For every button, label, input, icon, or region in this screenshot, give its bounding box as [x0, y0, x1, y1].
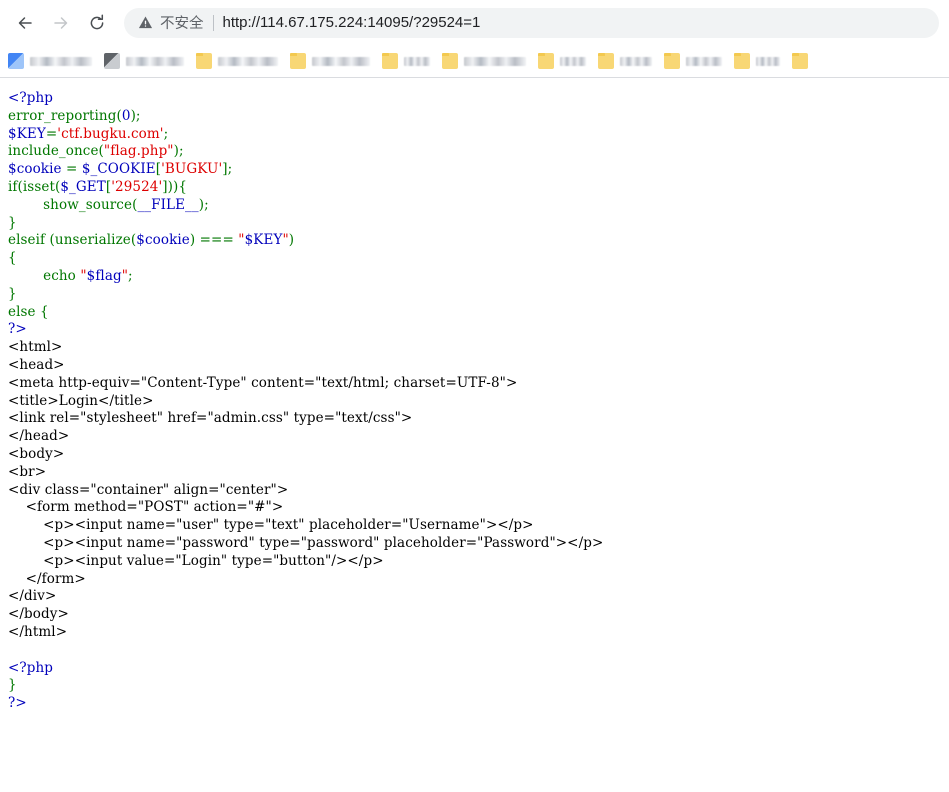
bookmark-label: [126, 56, 184, 66]
superglobal-cookie: $_COOKIE: [81, 161, 156, 178]
bookmark-item[interactable]: [538, 49, 586, 73]
bookmark-item[interactable]: [104, 49, 184, 73]
bookmark-label: [30, 56, 92, 66]
bookmark-label: [560, 56, 586, 66]
html-title-tag: <title>Login</title>: [8, 392, 154, 409]
php-open-tag-2: <?php: [8, 659, 54, 676]
bookmark-item[interactable]: [8, 49, 92, 73]
html-meta-tag: <meta http-equiv="Content-Type" content=…: [8, 374, 518, 391]
bookmark-label: [404, 56, 430, 66]
browser-toolbar: 不安全 http://114.67.175.224:14095/?29524=1: [0, 0, 949, 45]
warning-triangle-icon: [138, 15, 153, 30]
reload-button[interactable]: [82, 8, 112, 38]
str-29524: '29524': [111, 178, 163, 195]
forward-button[interactable]: [46, 8, 76, 38]
security-status-label: 不安全: [160, 16, 204, 32]
var-key: $KEY: [8, 125, 46, 142]
omnibox-divider: [212, 14, 214, 31]
html-close-html: </html>: [8, 623, 68, 640]
blue-site-icon: [8, 53, 24, 69]
bookmark-item[interactable]: [442, 49, 526, 73]
bookmark-item[interactable]: [792, 49, 814, 73]
const-file: __FILE__: [137, 196, 199, 213]
back-button[interactable]: [10, 8, 40, 38]
folder-icon: [792, 53, 808, 69]
html-open-body: <body>: [8, 445, 65, 462]
bookmark-label: [756, 56, 780, 66]
html-container-div: <div class="container" align="center">: [8, 481, 289, 498]
str-flag-interp: $flag: [86, 267, 122, 284]
str-bugku: 'BUGKU': [161, 161, 223, 178]
str-flag-php: "flag.php": [103, 143, 174, 160]
folder-icon: [664, 53, 680, 69]
address-bar[interactable]: 不安全 http://114.67.175.224:14095/?29524=1: [124, 7, 939, 38]
folder-icon: [442, 53, 458, 69]
html-br-tag: <br>: [8, 463, 47, 480]
page-content: <?php error_reporting(0); $KEY='ctf.bugk…: [0, 78, 949, 792]
kw-echo: echo: [43, 267, 76, 284]
bookmark-label: [464, 56, 526, 66]
kw-else: else: [8, 303, 36, 320]
html-close-div: </div>: [8, 588, 57, 605]
var-cookie: $cookie: [8, 161, 62, 178]
folder-icon: [734, 53, 750, 69]
bookmark-label: [218, 56, 278, 66]
fn-show-source: show_source: [43, 196, 133, 213]
bookmark-label: [312, 56, 370, 66]
bookmark-label: [620, 56, 652, 66]
bookmark-item[interactable]: [664, 49, 722, 73]
html-open-html: <html>: [8, 339, 63, 356]
html-input-user: <p><input name="user" type="text" placeh…: [8, 517, 534, 534]
folder-icon: [598, 53, 614, 69]
arrow-right-icon: [51, 13, 71, 33]
gray-site-icon: [104, 53, 120, 69]
arrow-left-icon: [15, 13, 35, 33]
kw-if: if: [8, 178, 18, 195]
folder-icon: [196, 53, 212, 69]
bookmark-label: [686, 56, 722, 66]
fn-unserialize: unserialize: [54, 232, 131, 249]
url-text: http://114.67.175.224:14095/?29524=1: [222, 14, 481, 31]
str-key-value: 'ctf.bugku.com': [57, 125, 164, 142]
fn-isset: isset: [22, 178, 55, 195]
html-link-tag: <link rel="stylesheet" href="admin.css" …: [8, 410, 413, 427]
folder-icon: [290, 53, 306, 69]
folder-icon: [382, 53, 398, 69]
bookmark-item[interactable]: [290, 49, 370, 73]
html-close-form: </form>: [8, 570, 86, 587]
html-form-tag: <form method="POST" action="#">: [8, 499, 284, 516]
html-input-login-button: <p><input value="Login" type="button"/><…: [8, 552, 384, 569]
str-key-interp: $KEY: [244, 232, 283, 249]
html-open-head: <head>: [8, 356, 65, 373]
php-open-tag: <?php: [8, 90, 54, 106]
kw-elseif: elseif: [8, 232, 46, 249]
fn-include-once: include_once: [8, 143, 99, 160]
folder-icon: [538, 53, 554, 69]
html-close-head: </head>: [8, 428, 70, 445]
reload-icon: [87, 13, 107, 33]
html-input-password: <p><input name="password" type="password…: [8, 534, 604, 551]
bookmark-item[interactable]: [382, 49, 430, 73]
superglobal-get: $_GET: [60, 178, 106, 195]
php-close-tag: ?>: [8, 321, 27, 338]
bookmark-item[interactable]: [734, 49, 780, 73]
op-identical: ===: [199, 232, 234, 249]
fn-error-reporting: error_reporting: [8, 107, 117, 124]
bookmark-item[interactable]: [196, 49, 278, 73]
php-source-listing: <?php error_reporting(0); $KEY='ctf.bugk…: [8, 90, 604, 712]
literal-zero: 0: [121, 107, 131, 124]
php-close-tag-2: ?>: [8, 695, 27, 712]
html-close-body: </body>: [8, 606, 69, 623]
bookmarks-bar: [0, 45, 949, 78]
bookmark-item[interactable]: [598, 49, 652, 73]
